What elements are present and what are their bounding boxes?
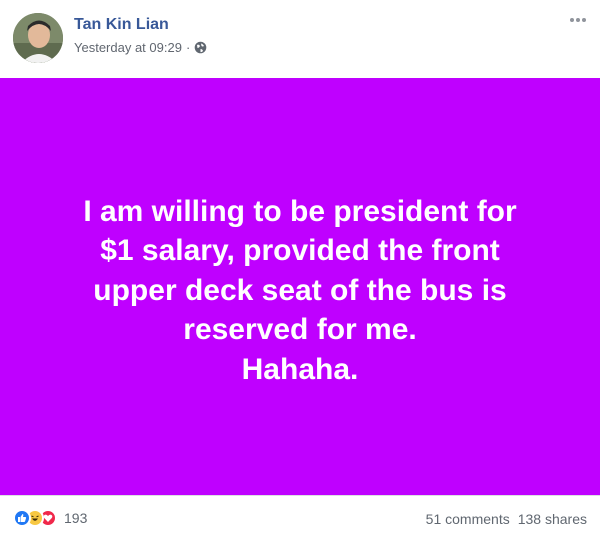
more-options-icon[interactable] (566, 12, 590, 28)
post-content-background: I am willing to be president for $1 sala… (0, 78, 600, 495)
post-header: Tan Kin Lian Yesterday at 09:29 · (0, 0, 600, 78)
author-name[interactable]: Tan Kin Lian (74, 16, 169, 34)
post-timestamp[interactable]: Yesterday at 09:29 (74, 40, 182, 55)
reactions-summary[interactable]: 193 (13, 509, 87, 527)
facebook-post: Tan Kin Lian Yesterday at 09:29 · I am w… (0, 0, 600, 537)
post-text-line: Hahaha. (241, 352, 359, 386)
shares-count-link[interactable]: 138 shares (518, 511, 587, 527)
engagement-stats: 51 comments 138 shares (426, 511, 587, 527)
comments-count-link[interactable]: 51 comments (426, 511, 510, 527)
meta-separator: · (185, 40, 191, 55)
globe-icon[interactable] (194, 41, 207, 54)
post-text-line: $1 salary, provided the front (100, 234, 500, 268)
post-footer: 193 51 comments 138 shares (0, 495, 600, 537)
post-text-line: upper deck seat of the bus is (93, 273, 507, 307)
post-text: I am willing to be president for $1 sala… (20, 192, 580, 390)
post-text-line: reserved for me. (183, 313, 417, 347)
reaction-count: 193 (64, 510, 88, 526)
author-avatar[interactable] (13, 13, 63, 63)
like-icon (13, 509, 31, 527)
post-text-line: I am willing to be president for (83, 194, 517, 228)
post-meta: Yesterday at 09:29 · (74, 40, 207, 55)
